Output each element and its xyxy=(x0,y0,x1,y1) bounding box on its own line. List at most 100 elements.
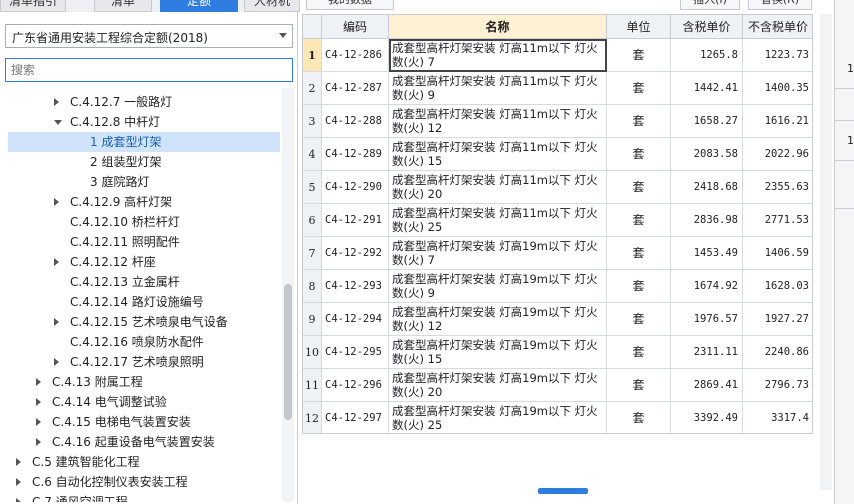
tree-item[interactable]: C.4.12.7 一般路灯 xyxy=(0,92,282,112)
caret-right-icon[interactable] xyxy=(16,478,21,486)
cell-code[interactable]: C4-12-296 xyxy=(322,369,389,402)
cell-code[interactable]: C4-12-294 xyxy=(322,303,389,336)
caret-right-icon[interactable] xyxy=(54,318,59,326)
cell-price-tax[interactable]: 3392.49 xyxy=(671,402,743,433)
cell-price-tax[interactable]: 1976.57 xyxy=(671,303,743,336)
cell-code[interactable]: C4-12-295 xyxy=(322,336,389,369)
cell-name[interactable]: 成套型高杆灯架安装 灯高11m以下 灯火数(火) 15 xyxy=(389,138,607,171)
cell-price-tax[interactable]: 1658.27 xyxy=(671,105,743,138)
cell-price-notax[interactable]: 2771.53 xyxy=(743,204,812,237)
table-row[interactable]: 2 C4-12-287 成套型高杆灯架安装 灯高11m以下 灯火数(火) 9 套 144… xyxy=(303,72,812,105)
caret-right-icon[interactable] xyxy=(54,98,59,106)
tree-item[interactable]: 3 庭院路灯 xyxy=(0,172,282,192)
cell-unit[interactable]: 套 xyxy=(607,171,671,204)
cell-name[interactable]: 成套型高杆灯架安装 灯高19m以下 灯火数(火) 25 xyxy=(389,402,607,433)
tree-item[interactable]: C.4.12.12 杆座 xyxy=(0,252,282,272)
chevron-down-icon[interactable] xyxy=(279,33,287,38)
cell-name[interactable]: 成套型高杆灯架安装 灯高11m以下 灯火数(火) 12 xyxy=(389,105,607,138)
table-row[interactable]: 8 C4-12-293 成套型高杆灯架安装 灯高19m以下 灯火数(火) 9 套 167… xyxy=(303,270,812,303)
cell-unit[interactable]: 套 xyxy=(607,237,671,270)
header-code[interactable]: 编码 xyxy=(322,15,389,39)
row-index[interactable]: 12 xyxy=(303,402,322,433)
insert-button[interactable]: 插入(I) xyxy=(680,0,740,10)
table-row[interactable]: 9 C4-12-294 成套型高杆灯架安装 灯高19m以下 灯火数(火) 12 套 19… xyxy=(303,303,812,336)
tree-item[interactable]: 2 组装型灯架 xyxy=(0,152,282,172)
row-index[interactable]: 6 xyxy=(303,204,322,237)
row-index[interactable]: 5 xyxy=(303,171,322,204)
tree-item[interactable]: C.6 自动化控制仪表安装工程 xyxy=(0,472,282,492)
tree-item[interactable]: C.4.12.8 中杆灯 xyxy=(0,112,282,132)
table-row[interactable]: 6 C4-12-291 成套型高杆灯架安装 灯高11m以下 灯火数(火) 25 套 28… xyxy=(303,204,812,237)
table-row[interactable]: 10 C4-12-295 成套型高杆灯架安装 灯高19m以下 灯火数(火) 15 套 2… xyxy=(303,336,812,369)
header-price-notax[interactable]: 不含税单价 xyxy=(743,15,812,39)
tree-item[interactable]: C.4.16 起重设备电气装置安装 xyxy=(0,432,282,452)
tab-list[interactable]: 清单 xyxy=(94,0,152,12)
cell-price-tax[interactable]: 1265.8 xyxy=(671,39,743,72)
cell-name[interactable]: 成套型高杆灯架安装 灯高19m以下 灯火数(火) 9 xyxy=(389,270,607,303)
caret-right-icon[interactable] xyxy=(36,378,41,386)
cell-unit[interactable]: 套 xyxy=(607,105,671,138)
cell-code[interactable]: C4-12-291 xyxy=(322,204,389,237)
cell-price-tax[interactable]: 2083.58 xyxy=(671,138,743,171)
tree-scrollbar[interactable] xyxy=(282,88,294,502)
caret-right-icon[interactable] xyxy=(36,418,41,426)
cell-code[interactable]: C4-12-292 xyxy=(322,237,389,270)
header-unit[interactable]: 单位 xyxy=(607,15,671,39)
tree-item[interactable]: 1 成套型灯架 xyxy=(8,132,280,152)
grid-vertical-scrollbar[interactable] xyxy=(820,14,832,490)
header-name[interactable]: 名称 xyxy=(389,15,607,39)
cell-price-notax[interactable]: 1628.03 xyxy=(743,270,812,303)
cell-price-tax[interactable]: 1453.49 xyxy=(671,237,743,270)
tab-materials[interactable]: 人材机 xyxy=(244,0,300,12)
cell-price-tax[interactable]: 2311.11 xyxy=(671,336,743,369)
header-price-tax[interactable]: 含税单价 xyxy=(671,15,743,39)
cell-price-tax[interactable]: 1674.92 xyxy=(671,270,743,303)
cell-price-notax[interactable]: 1616.21 xyxy=(743,105,812,138)
caret-right-icon[interactable] xyxy=(16,458,21,466)
tree-item[interactable]: C.4.12.14 路灯设施编号 xyxy=(0,292,282,312)
row-index[interactable]: 10 xyxy=(303,336,322,369)
tree-item[interactable]: C.4.12.16 喷泉防水配件 xyxy=(0,332,282,352)
cell-price-tax[interactable]: 1442.41 xyxy=(671,72,743,105)
cell-unit[interactable]: 套 xyxy=(607,336,671,369)
cell-price-notax[interactable]: 2355.63 xyxy=(743,171,812,204)
cell-name[interactable]: 成套型高杆灯架安装 灯高19m以下 灯火数(火) 7 xyxy=(389,237,607,270)
cell-code[interactable]: C4-12-288 xyxy=(322,105,389,138)
row-index[interactable]: 8 xyxy=(303,270,322,303)
cell-name[interactable]: 成套型高杆灯架安装 灯高19m以下 灯火数(火) 15 xyxy=(389,336,607,369)
tree-scrollbar-thumb[interactable] xyxy=(284,284,292,420)
cell-name[interactable]: 成套型高杆灯架安装 灯高19m以下 灯火数(火) 12 xyxy=(389,303,607,336)
tree-item[interactable]: C.4.12.11 照明配件 xyxy=(0,232,282,252)
caret-right-icon[interactable] xyxy=(36,438,41,446)
table-row[interactable]: 11 C4-12-296 成套型高杆灯架安装 灯高19m以下 灯火数(火) 20 套 2… xyxy=(303,369,812,402)
cell-unit[interactable]: 套 xyxy=(607,270,671,303)
cell-price-tax[interactable]: 2418.68 xyxy=(671,171,743,204)
cell-price-notax[interactable]: 2796.73 xyxy=(743,369,812,402)
cell-unit[interactable]: 套 xyxy=(607,72,671,105)
cell-unit[interactable]: 套 xyxy=(607,369,671,402)
tab-quota[interactable]: 定额 xyxy=(160,0,238,12)
cell-unit[interactable]: 套 xyxy=(607,204,671,237)
cell-unit[interactable]: 套 xyxy=(607,138,671,171)
cell-price-notax[interactable]: 1927.27 xyxy=(743,303,812,336)
tree-item[interactable]: C.4.15 电梯电气装置安装 xyxy=(0,412,282,432)
cell-code[interactable]: C4-12-290 xyxy=(322,171,389,204)
table-row[interactable]: 1 C4-12-286 成套型高杆灯架安装 灯高11m以下 灯火数(火) 7 套 126… xyxy=(303,39,812,72)
cell-name[interactable]: 成套型高杆灯架安装 灯高11m以下 灯火数(火) 25 xyxy=(389,204,607,237)
row-index[interactable]: 4 xyxy=(303,138,322,171)
cell-code[interactable]: C4-12-286 xyxy=(322,39,389,72)
tree-item[interactable]: C.4.12.10 桥栏杆灯 xyxy=(0,212,282,232)
caret-right-icon[interactable] xyxy=(36,398,41,406)
caret-right-icon[interactable] xyxy=(54,198,59,206)
cell-price-tax[interactable]: 2836.98 xyxy=(671,204,743,237)
tree-item[interactable]: C.4.12.17 艺术喷泉照明 xyxy=(0,352,282,372)
cell-name[interactable]: 成套型高杆灯架安装 灯高11m以下 灯火数(火) 7 xyxy=(389,39,607,72)
row-index[interactable]: 2 xyxy=(303,72,322,105)
table-row[interactable]: 7 C4-12-292 成套型高杆灯架安装 灯高19m以下 灯火数(火) 7 套 145… xyxy=(303,237,812,270)
caret-right-icon[interactable] xyxy=(54,258,59,266)
cell-price-notax[interactable]: 1406.59 xyxy=(743,237,812,270)
cell-price-notax[interactable]: 3317.4 xyxy=(743,402,812,433)
cell-unit[interactable]: 套 xyxy=(607,303,671,336)
tree-item[interactable]: C.4.13 附属工程 xyxy=(0,372,282,392)
quota-library-select[interactable]: 广东省通用安装工程综合定额(2018) xyxy=(5,24,293,48)
